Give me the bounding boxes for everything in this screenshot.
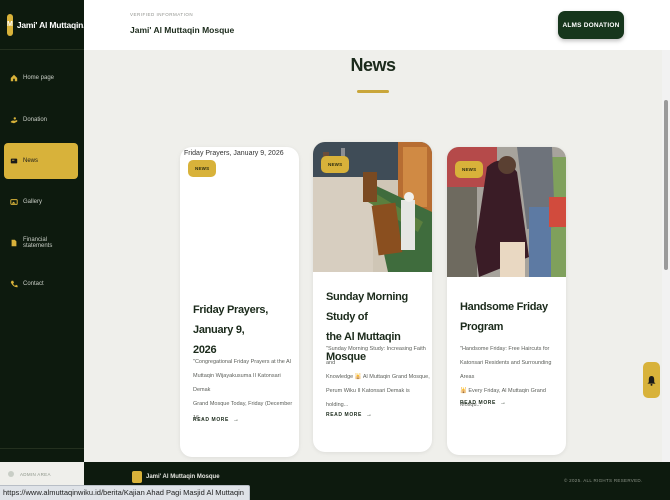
read-more-link[interactable]: READ MORE → xyxy=(193,417,240,423)
broken-image-alt-text: Friday Prayers, January 9, 2026 xyxy=(184,150,284,157)
card-excerpt-line: "Handsome Friday: Free Haircuts for xyxy=(460,346,550,352)
card-excerpt-line: Muttaqin Wijayakusuma II Katonsari Demak xyxy=(193,373,281,393)
notification-button[interactable] xyxy=(643,362,660,398)
read-more-link[interactable]: READ MORE → xyxy=(460,400,507,406)
bell-icon xyxy=(647,375,656,386)
arrow-right-icon: → xyxy=(232,417,240,423)
card-title-line: Handsome Friday Program xyxy=(460,301,548,333)
sidebar: M Jami' Al Muttaqin... Home page Donatio… xyxy=(0,0,90,477)
read-more-label: READ MORE xyxy=(460,400,496,406)
sidebar-item-financial-statements[interactable]: Financial statements xyxy=(4,225,78,261)
card-title[interactable]: Friday Prayers, January 9, 2026 xyxy=(193,300,299,360)
newspaper-icon xyxy=(9,157,18,166)
mosque-logo-icon: M xyxy=(7,13,13,36)
scrollbar-track[interactable] xyxy=(662,50,670,462)
sidebar-footer: ADMIN AREA xyxy=(0,448,84,477)
sidebar-item-donation[interactable]: Donation xyxy=(4,102,78,138)
read-more-label: READ MORE xyxy=(193,417,229,423)
sidebar-item-label: Financial statements xyxy=(23,237,53,249)
document-icon xyxy=(9,239,18,248)
title-underline xyxy=(357,90,389,93)
card-excerpt-line: Knowledge 🕌 Al Muttaqin Grand Mosque, xyxy=(326,374,430,380)
top-header: VERIFIED INFORMATION Jami' Al Muttaqin M… xyxy=(84,0,670,50)
main-content: News Friday Prayers, January 9, 2026 NEW… xyxy=(84,50,670,462)
news-card[interactable]: Friday Prayers, January 9, 2026 NEWS Fri… xyxy=(180,147,299,457)
sidebar-item-contact[interactable]: Contact xyxy=(4,266,78,302)
news-badge: NEWS xyxy=(188,160,217,177)
card-excerpt-line: Perum Wiku II Katonsari Demak is holding… xyxy=(326,388,410,408)
mosque-name: Jami' Al Muttaqin Mosque xyxy=(130,25,235,35)
news-card[interactable]: NEWS Handsome Friday Program "Handsome F… xyxy=(447,147,566,455)
sidebar-item-gallery[interactable]: Gallery xyxy=(4,184,78,220)
read-more-link[interactable]: READ MORE → xyxy=(326,412,373,418)
sidebar-item-label: Donation xyxy=(23,117,48,123)
sidebar-item-news[interactable]: News xyxy=(4,143,78,179)
user-icon xyxy=(8,471,14,477)
arrow-right-icon: → xyxy=(365,412,373,418)
card-title[interactable]: Handsome Friday Program xyxy=(460,297,566,337)
card-title-line: Sunday Morning Study of xyxy=(326,291,408,323)
card-title-line: Friday Prayers, January 9, xyxy=(193,304,268,336)
arrow-right-icon: → xyxy=(499,400,507,406)
brand-name: Jami' Al Muttaqin... xyxy=(16,19,90,30)
phone-icon xyxy=(9,280,18,289)
sidebar-item-label: Gallery xyxy=(23,199,43,205)
sidebar-item-label: Home page xyxy=(23,75,55,81)
read-more-label: READ MORE xyxy=(326,412,362,418)
alms-donation-button[interactable]: ALMS DONATION xyxy=(558,11,624,39)
news-badge: NEWS xyxy=(455,161,484,178)
sidebar-item-home[interactable]: Home page xyxy=(4,60,78,96)
copyright-text: © 2025. ALL RIGHTS RESERVED. xyxy=(564,478,643,483)
sidebar-item-label: Contact xyxy=(23,281,44,287)
card-excerpt-line: Katonsari Residents and Surrounding Area… xyxy=(460,360,552,380)
admin-area-label: ADMIN AREA xyxy=(20,471,51,477)
card-excerpt-line: "Congregational Friday Prayers at the Al xyxy=(193,359,291,365)
sidebar-item-label: News xyxy=(23,158,39,164)
browser-status-url: https://www.almuttaqinwiku.id/berita/Kaj… xyxy=(0,485,250,500)
footer-mosque-name: Jami' Al Muttaqin Mosque xyxy=(146,474,220,480)
donation-hand-icon xyxy=(9,116,18,125)
card-excerpt-line: 🕌 Every Friday, Al Muttaqin Grand Mosqu.… xyxy=(460,388,546,408)
news-card[interactable]: NEWS Sunday Morning Study of the Al Mutt… xyxy=(313,142,432,452)
brand[interactable]: M Jami' Al Muttaqin... xyxy=(0,0,90,50)
admin-area-link[interactable]: ADMIN AREA xyxy=(8,471,84,477)
home-icon xyxy=(9,74,18,83)
gallery-icon xyxy=(9,198,18,207)
news-badge: NEWS xyxy=(321,156,350,173)
footer-logo-icon xyxy=(132,471,142,483)
card-excerpt: "Sunday Morning Study: Increasing Faith … xyxy=(326,342,432,412)
scrollbar-thumb[interactable] xyxy=(664,100,668,270)
card-excerpt-line: "Sunday Morning Study: Increasing Faith … xyxy=(326,346,426,366)
card-excerpt: "Congregational Friday Prayers at the Al… xyxy=(193,355,299,425)
verified-label: VERIFIED INFORMATION xyxy=(130,12,194,17)
section-title: News xyxy=(350,55,396,75)
